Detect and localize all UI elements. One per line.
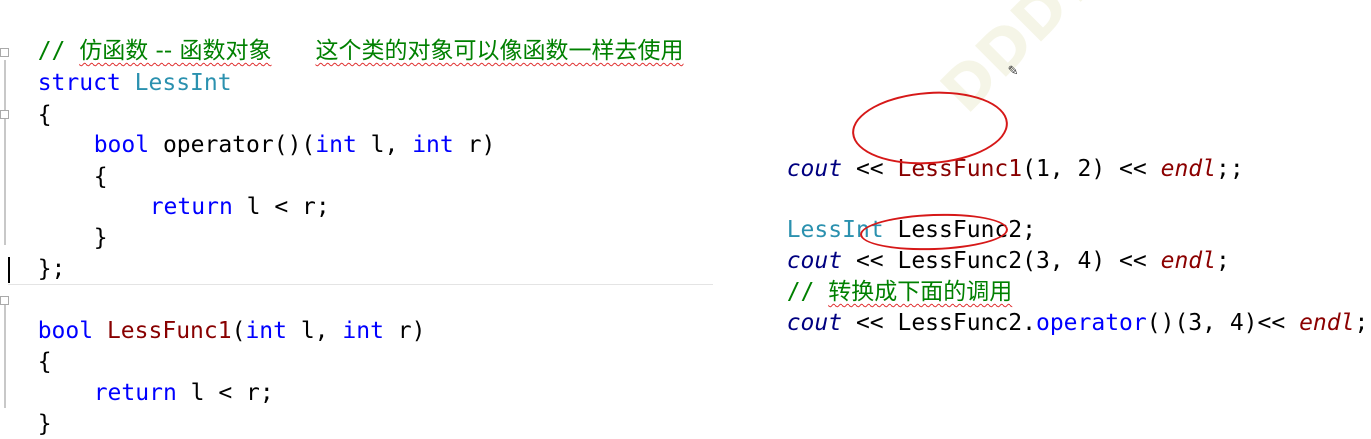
keyword-return: return: [93, 380, 177, 406]
code-line-operator: bool operator()(int l, int r): [66, 100, 496, 158]
code-line-open-brace: {: [10, 70, 52, 128]
code-line-call-operator: cout << LessFunc2.operator()(3, 4)<< end…: [759, 278, 1369, 336]
fold-toggle-operator[interactable]: [0, 110, 9, 119]
paren: (: [231, 318, 246, 344]
identifier-endl: endl: [1160, 248, 1216, 274]
brace: {: [93, 164, 108, 190]
param-l: l,: [356, 132, 413, 158]
code-line-fn-close: }: [10, 379, 52, 437]
comment-description: 这个类的对象可以像函数一样去使用: [315, 38, 684, 64]
keyword-operator: operator: [1035, 310, 1147, 336]
pencil-cursor-icon: ✎: [1008, 60, 1018, 79]
semicolon: ;: [1215, 248, 1230, 274]
keyword-return: return: [149, 194, 233, 220]
param-r: r): [383, 318, 426, 344]
keyword-int: int: [315, 132, 357, 158]
call-args: ()(3, 4)<<: [1146, 310, 1300, 336]
code-line-function-sig: bool LessFunc1(int l, int r): [10, 286, 426, 344]
keyword-int: int: [412, 132, 454, 158]
operator-name: operator()(: [149, 132, 316, 158]
code-line-inner-close: }: [66, 193, 108, 251]
param-l: l,: [286, 318, 343, 344]
type-lessint: LessInt: [134, 70, 232, 96]
fold-guide-struct: [4, 60, 6, 245]
brace: };: [37, 256, 66, 282]
code-line-struct-close: };: [10, 224, 66, 282]
brace: {: [37, 102, 52, 128]
fold-toggle-struct[interactable]: [0, 48, 9, 57]
identifier-cout: cout: [786, 310, 843, 336]
brace: {: [37, 349, 52, 375]
current-line-highlight: [8, 284, 713, 285]
code-line-struct: struct LessInt: [10, 38, 232, 96]
param-r: r): [453, 132, 496, 158]
identifier-endl: endl: [1299, 310, 1355, 336]
semicolon: ;;: [1215, 156, 1244, 182]
function-name: LessFunc1: [106, 318, 232, 344]
fold-toggle-function[interactable]: [0, 296, 9, 305]
code-line-inner-open: {: [66, 132, 108, 190]
return-expr: l < r;: [232, 194, 330, 220]
return-expr: l < r;: [176, 380, 274, 406]
keyword-int: int: [342, 318, 384, 344]
identifier-endl: endl: [1160, 156, 1216, 182]
code-line-comment-convert: // 转换成下面的调用: [759, 247, 1013, 305]
code-line-fn-return: return l < r;: [66, 348, 274, 406]
code-line-declare-lessfunc2: LessInt LessFunc2;: [759, 185, 1036, 243]
identifier-cout: cout: [786, 156, 843, 182]
text-caret: [8, 257, 10, 283]
call-args: (3, 4) <<: [1022, 248, 1161, 274]
call-args: (1, 2) <<: [1022, 156, 1161, 182]
code-line-return: return l < r;: [122, 162, 330, 220]
object-access: LessFunc2.: [897, 310, 1036, 336]
brace: }: [37, 411, 52, 437]
stream-operator: <<: [842, 310, 898, 336]
brace: }: [93, 225, 108, 251]
fold-guide-function: [4, 298, 6, 408]
semicolon: ;: [1354, 310, 1369, 336]
header-comment: // 仿函数 -- 函数对象 这个类的对象可以像函数一样去使用: [10, 6, 684, 64]
keyword-int: int: [245, 318, 287, 344]
code-line-fn-open: {: [10, 317, 52, 375]
